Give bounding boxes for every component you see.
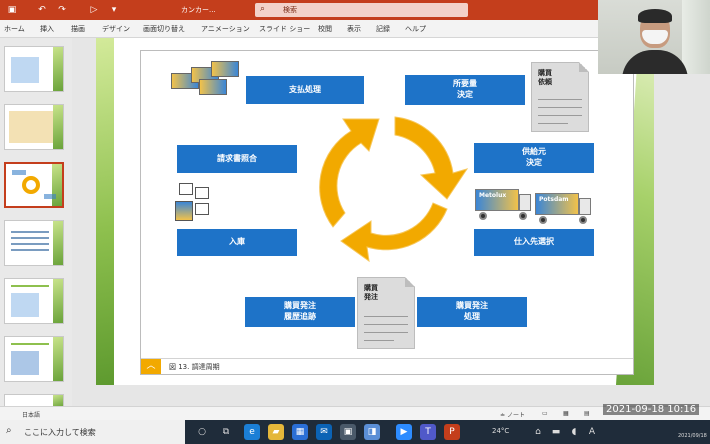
tab-review[interactable]: 校閲 <box>318 24 332 34</box>
volume-icon[interactable]: ◖ <box>566 424 582 440</box>
box-po-history: 購買発注 履歴追跡 <box>245 297 355 327</box>
slide-title-fragment <box>184 38 344 46</box>
box-requirement: 所要量 決定 <box>405 75 525 105</box>
system-date: 2021/09/18 <box>678 433 707 439</box>
warehouse-boxes-icon <box>175 181 219 225</box>
money-cards-icon <box>171 59 241 99</box>
truck-icon: Metolux <box>475 189 533 221</box>
tab-help[interactable]: ヘルプ <box>405 24 426 34</box>
screen: ▣ ↶ ↷ ▷ ▾ カンカー... ⌕ 検索 ホーム 挿入 描画 デザイン 画面… <box>0 0 710 444</box>
purchase-request-document: 購買 依頼 <box>531 62 589 132</box>
tray-icon[interactable]: ⌂ <box>530 424 546 440</box>
truck-label-metolux: Metolux <box>475 189 519 211</box>
webcam-video <box>598 0 710 74</box>
mail-icon[interactable]: ✉ <box>316 424 332 440</box>
tab-home[interactable]: ホーム <box>4 24 25 34</box>
thumbnail-slide[interactable] <box>4 220 64 266</box>
thumbnail-slide[interactable] <box>4 46 64 92</box>
box-supplier: 供給元 決定 <box>474 143 594 173</box>
powerpoint-icon[interactable]: P <box>444 424 460 440</box>
slide-canvas[interactable]: 支払処理 所要量 決定 請求書照合 供給元 決定 入庫 仕入先選択 購買発注 履… <box>96 38 654 385</box>
purchase-order-label: 購買 発注 <box>364 284 378 302</box>
redo-icon[interactable]: ↷ <box>56 4 68 16</box>
figure-caption: 図 13. 調達周期 <box>169 363 220 371</box>
tab-design[interactable]: デザイン <box>102 24 130 34</box>
box-payment: 支払処理 <box>246 76 364 104</box>
tab-slideshow[interactable]: スライド ショー <box>259 24 310 34</box>
tab-transitions[interactable]: 画面切り替え <box>143 24 185 34</box>
document-title: カンカー... <box>181 6 216 14</box>
task-view-icon[interactable]: ⧉ <box>218 424 234 440</box>
app-icon[interactable]: ◨ <box>364 424 380 440</box>
figure-caption-bar: ︿ 図 13. 調達周期 <box>141 358 633 374</box>
tab-draw[interactable]: 描画 <box>71 24 85 34</box>
ime-icon[interactable]: A <box>584 424 600 440</box>
box-invoice-check: 請求書照合 <box>177 145 297 173</box>
thumbnail-slide[interactable] <box>4 278 64 324</box>
purchase-order-document: 購買 発注 <box>357 277 415 349</box>
zoom-icon[interactable]: ▶ <box>396 424 412 440</box>
store-icon[interactable]: ▦ <box>292 424 308 440</box>
procurement-cycle-figure: 支払処理 所要量 決定 請求書照合 供給元 決定 入庫 仕入先選択 購買発注 履… <box>140 50 634 375</box>
weather-temperature[interactable]: 24°C <box>492 427 509 435</box>
truck-label-potsdam: Potsdam <box>535 193 579 215</box>
chevron-up-icon[interactable]: ︿ <box>141 359 161 374</box>
undo-icon[interactable]: ↶ <box>36 4 48 16</box>
thumbnail-slide[interactable] <box>4 104 64 150</box>
tab-animations[interactable]: アニメーション <box>201 24 250 34</box>
notes-label: ノート <box>506 412 525 419</box>
slideshow-start-icon[interactable]: ▷ <box>88 4 100 16</box>
cortana-icon[interactable]: ○ <box>194 424 210 440</box>
tab-view[interactable]: 表示 <box>347 24 361 34</box>
taskbar: ⌕ ここに入力して検索 ○ ⧉ e ▰ ▦ ✉ ▣ ◨ ▶ T P 24°C ⌂… <box>0 420 710 444</box>
thumbnail-slide[interactable] <box>4 336 64 382</box>
box-receiving: 入庫 <box>177 229 297 256</box>
normal-view-icon[interactable]: ▭ <box>542 410 548 417</box>
tab-record[interactable]: 記録 <box>376 24 390 34</box>
search-placeholder: 検索 <box>283 6 297 14</box>
cycle-arrows-icon <box>319 116 469 263</box>
taskbar-search-placeholder: ここに入力して検索 <box>24 428 96 437</box>
search-icon: ⌕ <box>260 4 266 14</box>
search-icon: ⌕ <box>6 425 12 436</box>
slide-thumbnails <box>0 38 72 408</box>
reading-view-icon[interactable]: ▤ <box>584 410 590 417</box>
truck-icon: Potsdam <box>535 193 595 225</box>
system-clock[interactable]: 2021-09-18 10:16 <box>603 404 700 415</box>
customize-toolbar-icon[interactable]: ▾ <box>108 4 120 16</box>
slide-sorter-icon[interactable]: ▦ <box>563 410 569 417</box>
network-icon[interactable]: ▬ <box>548 424 564 440</box>
tab-insert[interactable]: 挿入 <box>40 24 54 34</box>
notes-button[interactable]: ≐ ノート <box>500 410 525 419</box>
slide-left-decoration <box>96 38 114 385</box>
app-icon[interactable]: ▣ <box>340 424 356 440</box>
search-box[interactable]: ⌕ 検索 <box>255 3 468 17</box>
notes-icon: ≐ <box>500 412 506 419</box>
box-vendor-select: 仕入先選択 <box>474 229 594 256</box>
box-po-process: 購買発注 処理 <box>417 297 527 327</box>
taskbar-search[interactable]: ⌕ ここに入力して検索 <box>0 420 185 444</box>
save-icon[interactable]: ▣ <box>6 4 18 16</box>
language-indicator[interactable]: 日本語 <box>22 410 40 419</box>
teams-icon[interactable]: T <box>420 424 436 440</box>
file-explorer-icon[interactable]: ▰ <box>268 424 284 440</box>
thumbnail-slide-selected[interactable] <box>4 162 64 208</box>
purchase-request-label: 購買 依頼 <box>538 69 552 87</box>
edge-icon[interactable]: e <box>244 424 260 440</box>
